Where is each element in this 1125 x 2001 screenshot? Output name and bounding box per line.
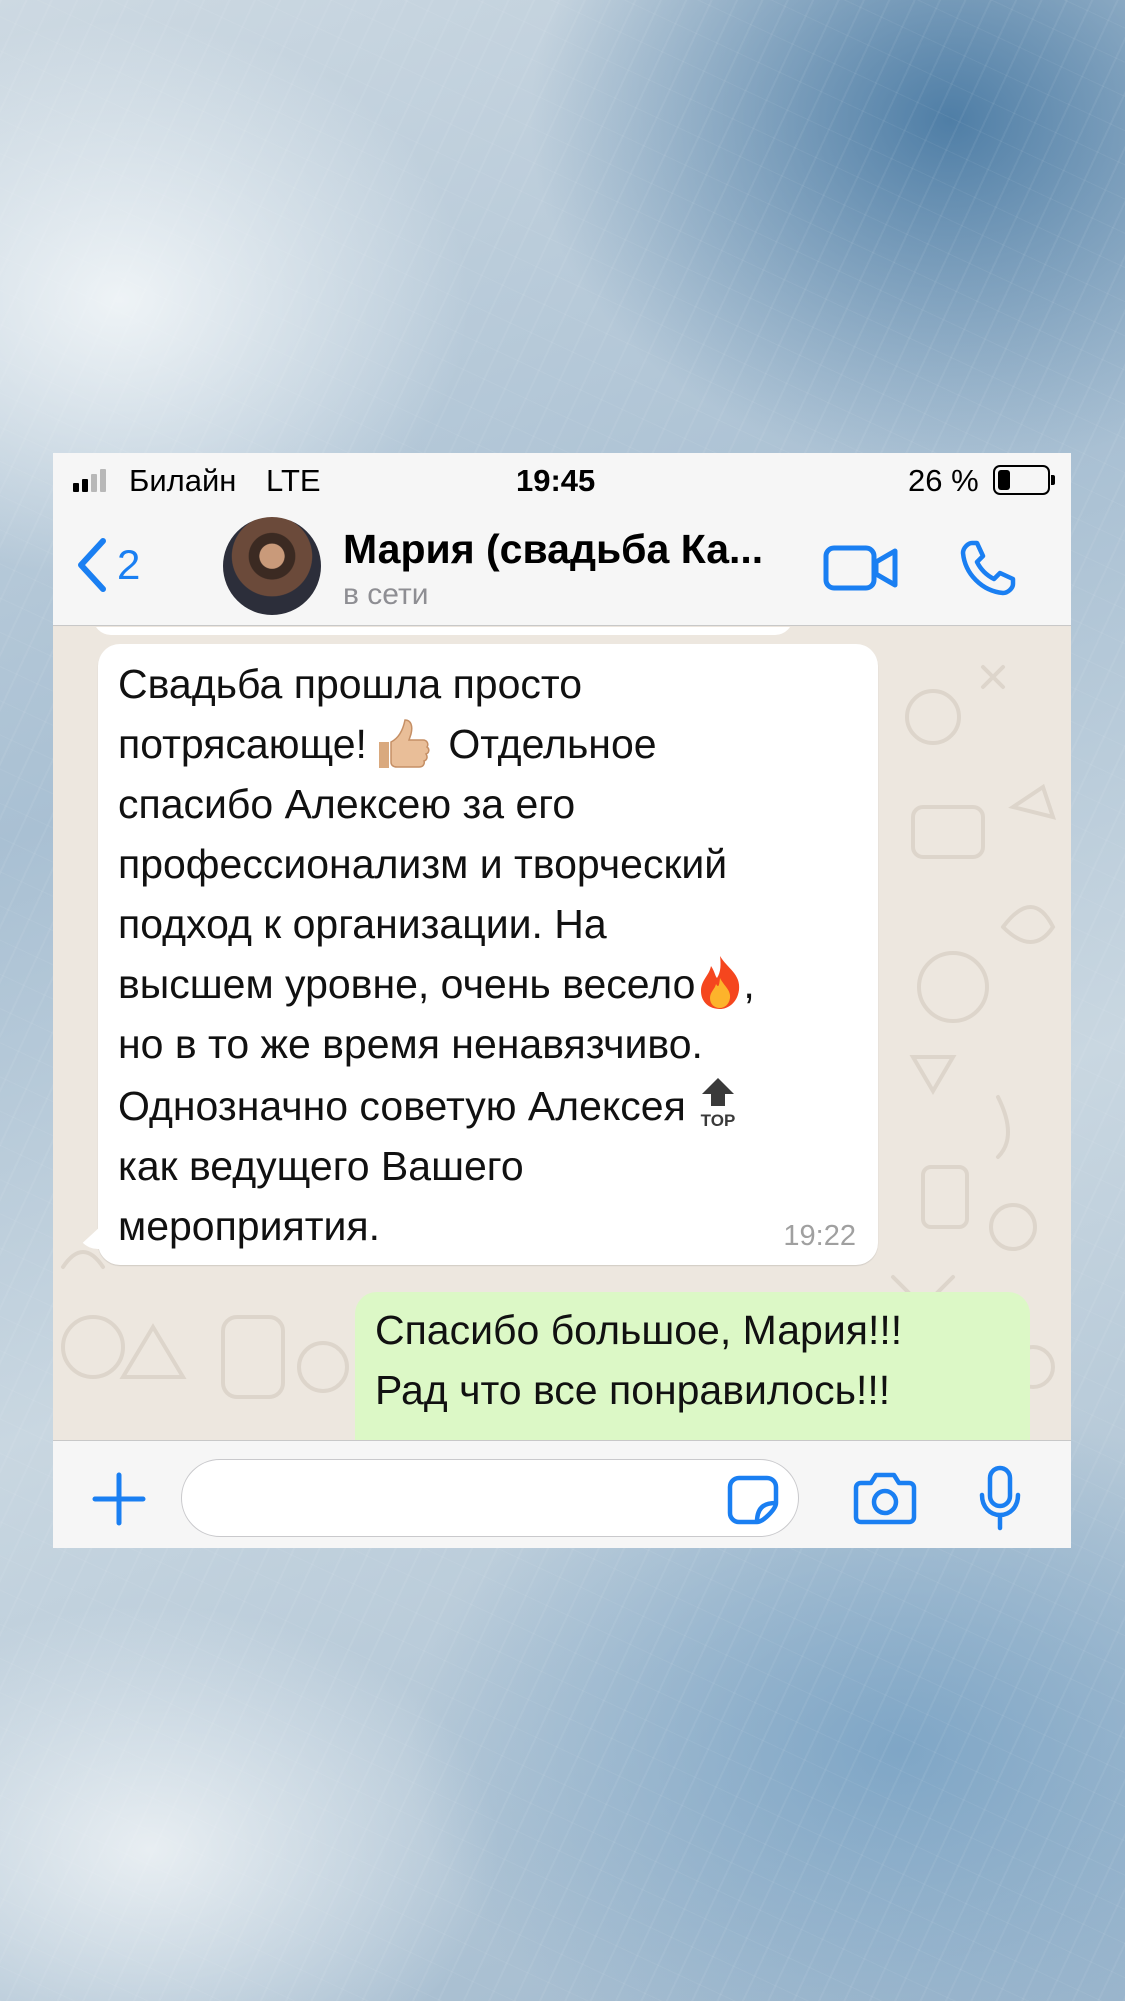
sticker-icon: [727, 1475, 779, 1525]
status-time: 19:45: [516, 463, 596, 498]
video-call-button[interactable]: [823, 543, 899, 593]
unread-count: 2: [117, 541, 141, 588]
camera-icon: [853, 1472, 917, 1525]
status-bar: Билайн LTE 19:45 26 %: [53, 453, 1071, 508]
signal-strength-icon: [73, 468, 106, 492]
chevron-left-icon: [78, 538, 106, 592]
back-button[interactable]: 2: [75, 530, 195, 600]
message-list[interactable]: Свадьба прошла просто потрясающе! Отдель…: [53, 627, 1071, 1440]
battery-icon: [993, 465, 1055, 495]
thumbs-up-emoji-icon: [373, 716, 431, 772]
contact-status: в сети: [343, 578, 429, 611]
camera-button[interactable]: [853, 1471, 917, 1525]
outgoing-message-bubble[interactable]: Спасибо большое, Мария!!! Рад что все по…: [355, 1292, 1030, 1440]
top-arrow-emoji-icon: TOP: [696, 1074, 740, 1130]
message-timestamp: 19:22: [783, 1220, 856, 1252]
microphone-button[interactable]: [978, 1465, 1022, 1531]
microphone-icon: [979, 1465, 1021, 1531]
message-input-bar: [53, 1440, 1071, 1548]
phone-screenshot: Билайн LTE 19:45 26 % 2 Мария (свадьба К…: [53, 453, 1071, 1548]
attach-button[interactable]: [91, 1471, 147, 1527]
network-type: LTE: [266, 463, 321, 498]
message-text-segment: как ведущего Вашего мероприятия.: [118, 1143, 524, 1249]
outgoing-message-text: Спасибо большое, Мария!!! Рад что все по…: [375, 1307, 903, 1413]
svg-text:TOP: TOP: [701, 1111, 736, 1130]
contact-avatar[interactable]: [223, 517, 321, 615]
contact-name[interactable]: Мария (свадьба Ка...: [343, 526, 763, 573]
message-input[interactable]: [181, 1459, 799, 1537]
previous-message-edge: [93, 627, 793, 635]
plus-icon: [92, 1472, 146, 1526]
chat-header: 2 Мария (свадьба Ка... в сети: [53, 508, 1071, 626]
carrier-name: Билайн: [129, 463, 237, 498]
sticker-button[interactable]: [727, 1475, 779, 1525]
incoming-message-bubble[interactable]: Свадьба прошла просто потрясающе! Отдель…: [98, 644, 878, 1265]
incoming-message-text: Свадьба прошла просто потрясающе! Отдель…: [118, 654, 856, 1256]
video-camera-icon: [823, 545, 898, 591]
battery-level-fill: [998, 470, 1010, 490]
battery-percent: 26 %: [908, 463, 979, 498]
voice-call-button[interactable]: [958, 538, 1018, 598]
phone-icon: [960, 540, 1016, 596]
fire-emoji-icon: [697, 954, 743, 1010]
